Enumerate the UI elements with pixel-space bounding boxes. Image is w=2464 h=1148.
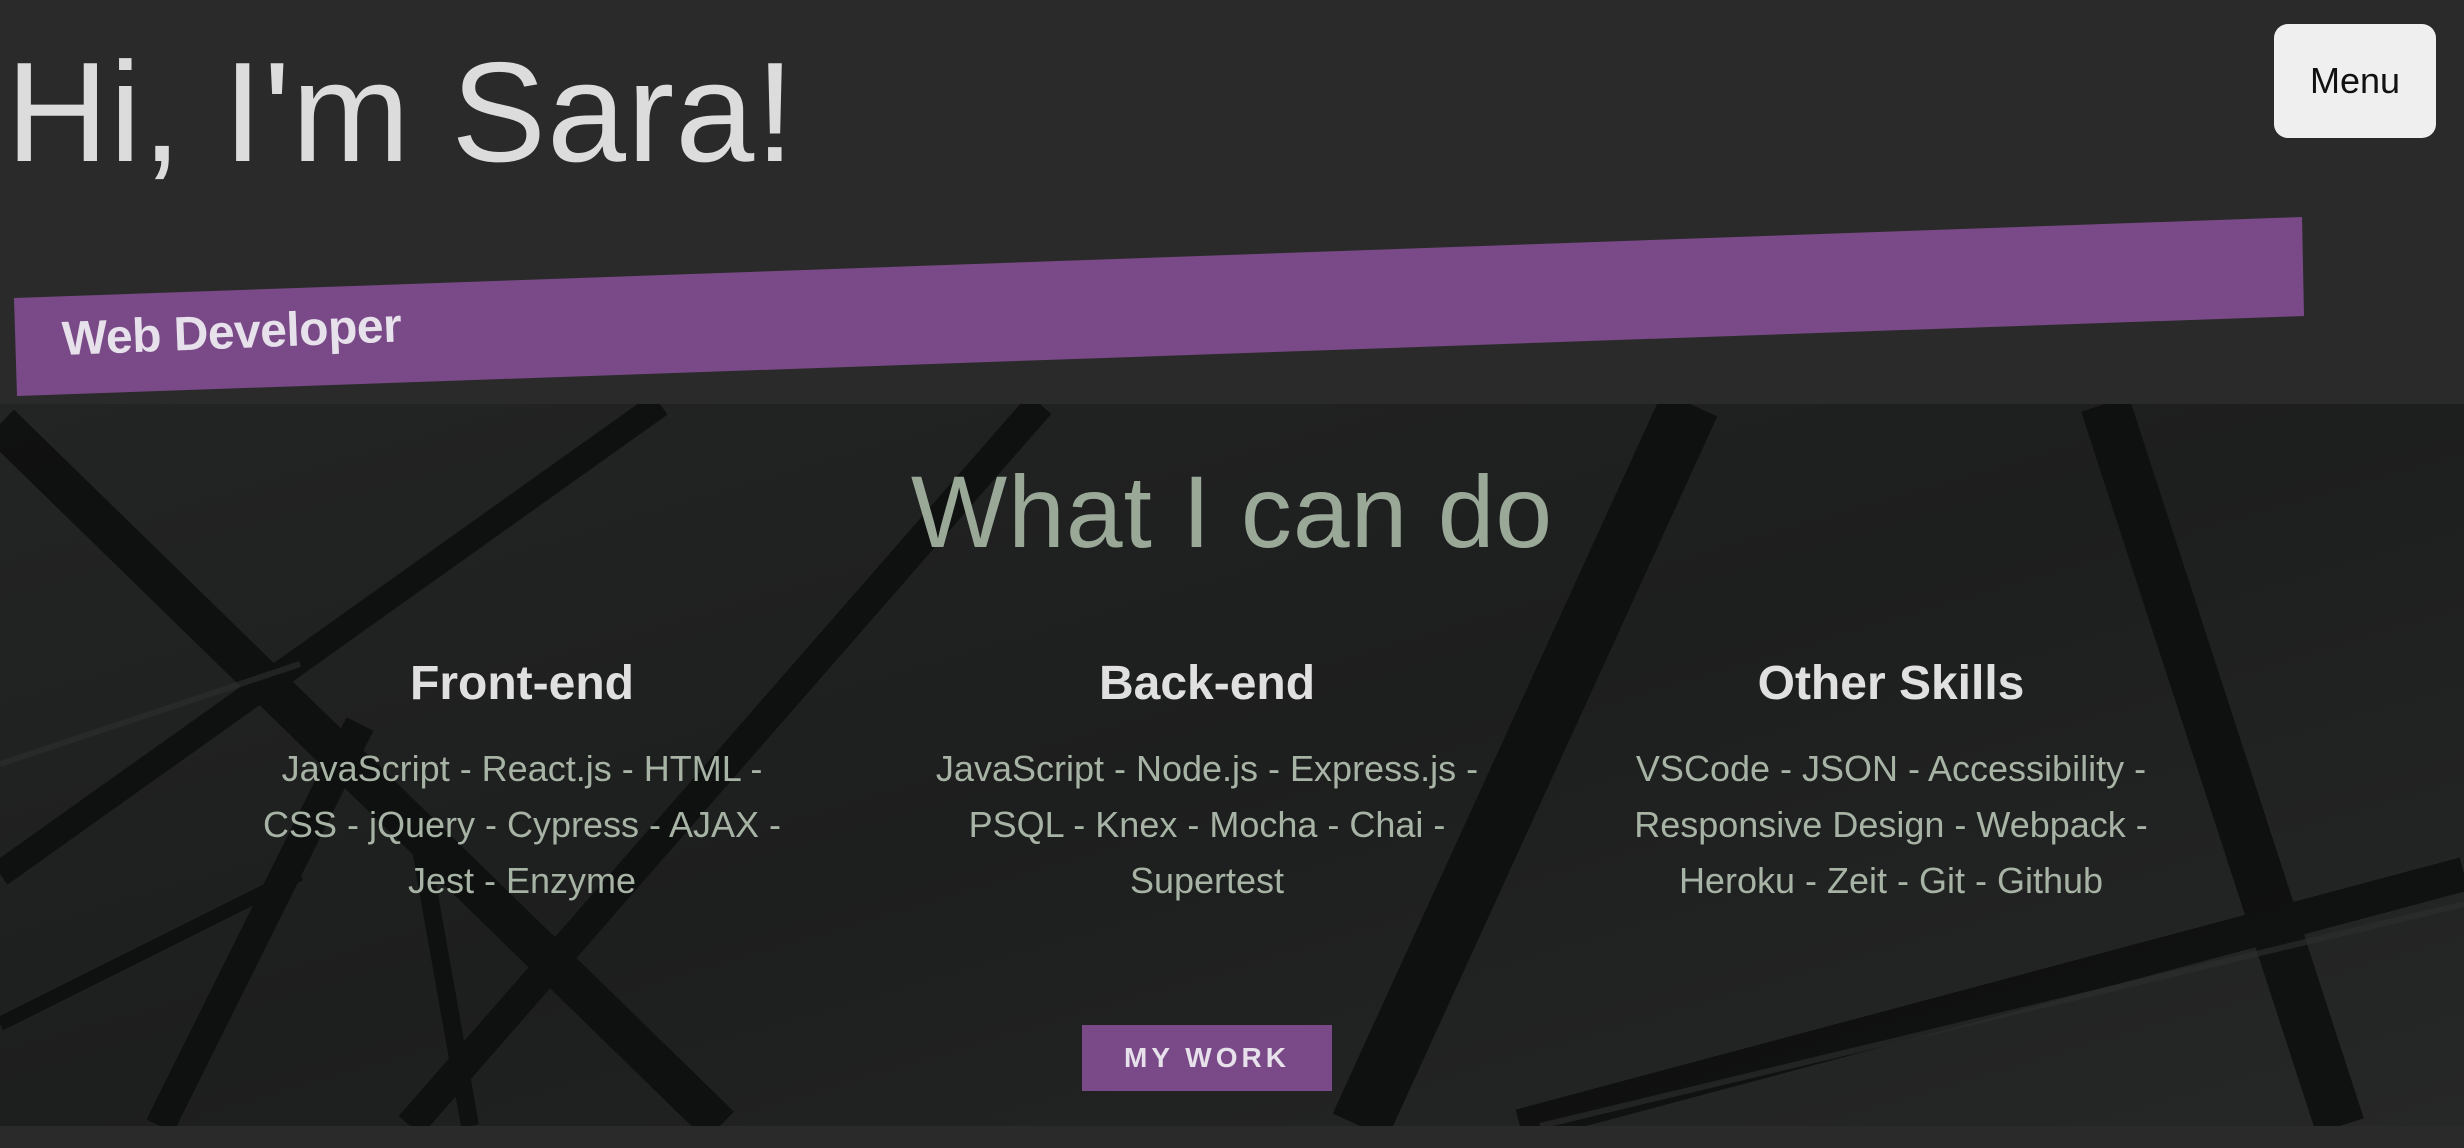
skill-line: VSCode - JSON - Accessibility - (1635, 748, 2147, 789)
skill-column-backend: Back-end JavaScript - Node.js - Express.… (927, 656, 1487, 909)
role-banner-label: Web Developer (60, 299, 403, 366)
skill-line: Responsive Design - Webpack - (1634, 804, 2148, 845)
my-work-button[interactable]: MY WORK (1082, 1025, 1332, 1091)
skill-column-other: Other Skills VSCode - JSON - Accessibili… (1611, 656, 2171, 909)
skill-column-heading: Other Skills (1757, 657, 2025, 710)
menu-button[interactable]: Menu (2274, 24, 2436, 138)
page: Web Developer Hi, I'm Sara! Menu What I … (0, 0, 2464, 1148)
skill-line: Supertest (1129, 860, 1285, 901)
bottom-strip (0, 1126, 2464, 1148)
skill-line: JavaScript - React.js - HTML - (281, 748, 763, 789)
skill-list: JavaScript - React.js - HTML - CSS - jQu… (242, 741, 802, 909)
skill-column-frontend: Front-end JavaScript - React.js - HTML -… (242, 656, 802, 909)
skill-list: VSCode - JSON - Accessibility - Responsi… (1611, 741, 2171, 909)
skills-section: What I can do Front-end JavaScript - Rea… (0, 404, 2464, 1126)
hero-greeting: Hi, I'm Sara! (6, 33, 796, 192)
skill-line: Heroku - Zeit - Git - Github (1678, 860, 2104, 901)
skill-line: PSQL - Knex - Mocha - Chai - (968, 804, 1446, 845)
skill-list: JavaScript - Node.js - Express.js - PSQL… (927, 741, 1487, 909)
skill-column-heading: Front-end (410, 657, 634, 710)
skill-line: JavaScript - Node.js - Express.js - (935, 748, 1479, 789)
skill-line: Jest - Enzyme (407, 860, 637, 901)
skill-line: CSS - jQuery - Cypress - AJAX - (262, 804, 782, 845)
section-title: What I can do (910, 455, 1554, 569)
skill-column-heading: Back-end (1098, 657, 1316, 710)
